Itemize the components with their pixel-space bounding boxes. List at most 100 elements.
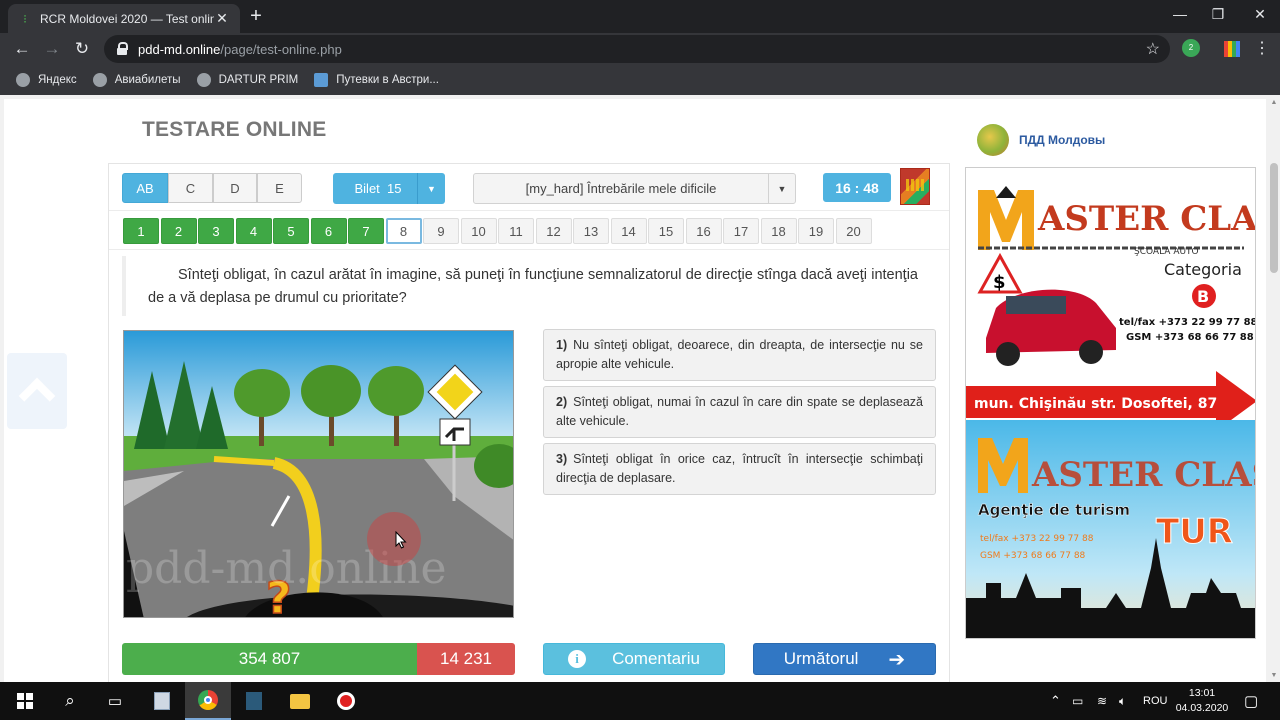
ticket-number: 15	[387, 181, 402, 196]
question-number-button[interactable]: 2	[160, 218, 197, 244]
browser-tab[interactable]: ⁝ RCR Moldovei 2020 — Test onlin ✕	[8, 4, 240, 33]
forward-icon[interactable]: →	[40, 37, 64, 61]
file-app-icon[interactable]	[139, 682, 185, 720]
answer-option-2[interactable]: 2) Sînteţi obligat, numai în cazul în car…	[543, 386, 936, 438]
question-number-button[interactable]: 9	[423, 218, 459, 244]
office-extension-icon[interactable]	[1224, 41, 1240, 57]
minimize-icon[interactable]: —	[1160, 0, 1200, 30]
category-e[interactable]: E	[257, 173, 302, 203]
question-number-button[interactable]: 11	[498, 218, 534, 244]
volume-icon[interactable]: 🔈︎	[1119, 682, 1126, 720]
record-icon[interactable]	[323, 682, 369, 720]
answer-option-1[interactable]: 1) Nu sînteţi obligat, deoarece, din drea…	[543, 329, 936, 381]
close-window-icon[interactable]: ✕	[1240, 0, 1280, 30]
topic-select[interactable]: [my_hard] Întrebările mele dificile ▼	[473, 173, 796, 204]
language-indicator[interactable]: ROU	[1143, 682, 1167, 720]
bookmark-star-icon[interactable]: ☆	[1146, 39, 1160, 59]
wrong-count: 14 231	[417, 643, 515, 675]
question-number-button[interactable]: 19	[798, 218, 834, 244]
question-number-button[interactable]: 16	[685, 218, 722, 244]
category-ab[interactable]: AB	[122, 173, 168, 203]
maximize-icon[interactable]: ❐	[1198, 0, 1238, 30]
question-number-button[interactable]: 10	[460, 218, 497, 244]
question-number-button[interactable]: 3	[198, 218, 234, 244]
brand-name: ПДД Молдовы	[1019, 133, 1106, 147]
question-number-button[interactable]: 13	[573, 218, 609, 244]
tab-close-icon[interactable]: ✕	[214, 10, 230, 27]
chevron-up-icon[interactable]: ⌃	[1050, 682, 1061, 720]
lock-icon	[116, 42, 128, 56]
search-icon[interactable]: ⌕	[47, 682, 93, 720]
question-number-button[interactable]: 6	[310, 218, 347, 244]
site-favicon-icon: ⁝	[23, 11, 27, 26]
question-number-button[interactable]: 17	[723, 218, 759, 244]
ad-subtitle: ŞCOALA AUTO	[1134, 247, 1199, 257]
chrome-taskbar-icon[interactable]	[185, 682, 231, 720]
category-c[interactable]: C	[168, 173, 213, 203]
site-brand[interactable]: ПДД Молдовы	[977, 124, 1105, 156]
scrollbar-thumb[interactable]	[1270, 163, 1278, 273]
category-d[interactable]: D	[213, 173, 257, 203]
globe-icon	[196, 73, 211, 87]
ad-phone-3: tel/fax +373 22 99 77 88	[980, 534, 1094, 544]
address-bar[interactable]: pdd-md.online/page/test-online.php ☆	[104, 35, 1170, 63]
answer-number: 3)	[556, 452, 568, 466]
divider	[109, 210, 949, 211]
correct-count: 354 807	[122, 643, 417, 675]
back-icon[interactable]: ←	[10, 37, 34, 61]
question-image: ? pdd-md.online	[123, 330, 514, 618]
ad-phone-4: GSM +373 68 66 77 88	[980, 551, 1086, 561]
new-tab-button[interactable]: +	[246, 6, 266, 26]
task-view-icon[interactable]: ▭	[92, 682, 138, 720]
system-clock[interactable]: 13:01 04.03.2020	[1172, 686, 1232, 716]
globe-icon	[92, 73, 107, 87]
comments-label: Comentariu	[612, 649, 700, 668]
question-number-button[interactable]: 5	[273, 218, 309, 244]
answer-option-3[interactable]: 3) Sînteţi obligat în orice caz, întrucît…	[543, 443, 936, 495]
battery-icon[interactable]: ▭	[1072, 682, 1083, 720]
extension-icon[interactable]: 2	[1182, 39, 1200, 57]
answer-text: Sînteţi obligat, numai în cazul în care …	[556, 395, 923, 428]
question-number-button[interactable]: 20	[835, 218, 872, 244]
app-taskbar-icon[interactable]	[231, 682, 277, 720]
bookmark-item[interactable]: Яндекс	[16, 73, 77, 87]
question-number-button[interactable]: 1	[123, 218, 159, 244]
wifi-icon[interactable]: ≋	[1097, 682, 1107, 720]
topic-select-value: [my_hard] Întrebările mele dificile	[525, 181, 717, 196]
question-number-button[interactable]: 15	[648, 218, 684, 244]
ticket-dropdown[interactable]: Bilet 15 ▼	[333, 173, 445, 204]
scroll-up-arrow-icon[interactable]: ▲	[1270, 99, 1278, 107]
page-title: TESTARE ONLINE	[142, 118, 327, 141]
question-number-button[interactable]: 4	[235, 218, 272, 244]
notifications-icon[interactable]: ▢	[1244, 682, 1258, 720]
comments-button[interactable]: i Comentariu	[543, 643, 725, 675]
advertisement-banner[interactable]: ASTER CLASS ŞCOALA AUTO $ Categoria B te…	[965, 167, 1256, 639]
chevron-up-icon	[18, 377, 56, 415]
scroll-down-arrow-icon[interactable]: ▼	[1270, 672, 1278, 680]
ticket-label: Bilet 15	[333, 173, 417, 204]
ad-tur: TUR	[1156, 512, 1233, 552]
next-button[interactable]: Următorul ➔	[753, 643, 936, 675]
bookmarks-bar: Яндекс Авиабилеты DARTUR PRIM Путевки в …	[0, 65, 1280, 95]
question-number-button[interactable]: 12	[535, 218, 572, 244]
globe-icon	[16, 73, 30, 87]
question-number-button[interactable]: 18	[760, 218, 797, 244]
arrow-right-icon: ➔	[888, 648, 906, 671]
handbook-icon[interactable]	[900, 168, 930, 205]
bookmark-label: Яндекс	[38, 74, 77, 86]
reload-icon[interactable]: ↻	[70, 37, 94, 61]
bookmark-item[interactable]: Путевки в Австри...	[314, 73, 439, 87]
image-icon	[314, 73, 329, 87]
start-button[interactable]	[2, 682, 48, 720]
browser-menu-icon[interactable]: ⋮	[1254, 39, 1270, 59]
bookmark-item[interactable]: DARTUR PRIM	[196, 73, 298, 87]
url-path: /page/test-online.php	[220, 41, 342, 57]
clock-time: 13:01	[1188, 687, 1216, 699]
divider	[109, 249, 949, 250]
scroll-to-top-button[interactable]	[7, 353, 67, 429]
bookmark-item[interactable]: Авиабилеты	[92, 73, 181, 87]
question-number-button[interactable]: 7	[348, 218, 384, 244]
question-number-button[interactable]: 14	[610, 218, 647, 244]
question-number-button[interactable]: 8	[385, 218, 422, 244]
folder-icon[interactable]	[277, 682, 323, 720]
